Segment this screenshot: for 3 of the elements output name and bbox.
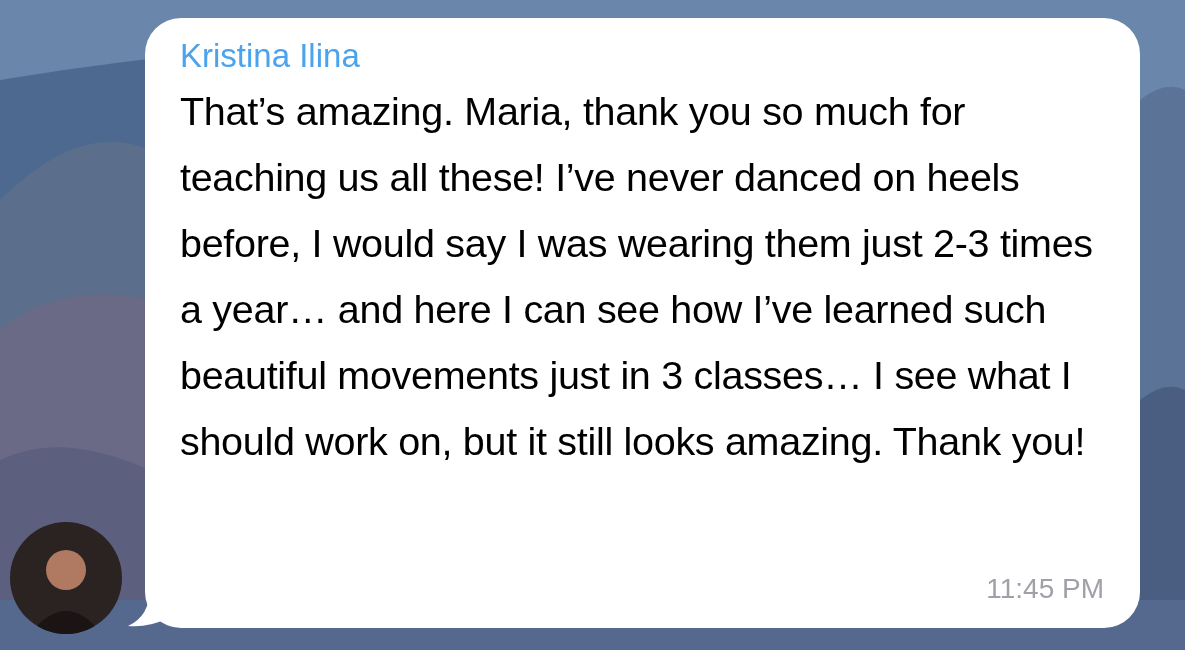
sender-name: Kristina Ilina: [180, 36, 361, 76]
message-text: That’s amazing. Maria, thank you so much for teaching us all these! I’ve never danced on heels before, I would say I was wearing them just 2-3 times a year… and here I can see how I’ve learned such beautiful movements just in 3 classes… I see what I should work on, but it still looks amazing. Thank you!: [180, 88, 1094, 465]
message-time: 11:45 PM: [986, 572, 1104, 606]
